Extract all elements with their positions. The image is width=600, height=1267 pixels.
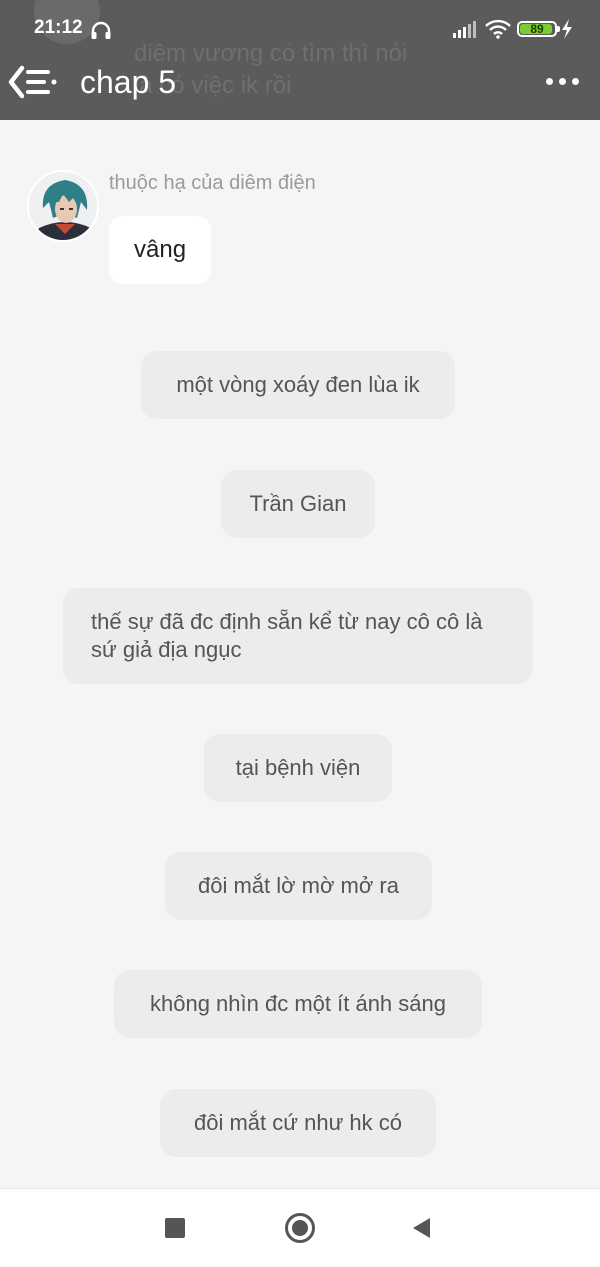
avatar[interactable] (27, 170, 99, 242)
narration-bubble[interactable]: không nhìn đc một ít ánh sáng (114, 970, 482, 1038)
charging-bolt-icon (562, 19, 572, 39)
back-menu-icon (8, 65, 57, 99)
top-header: diêm vương có tìm thì nói là có việc ik … (0, 0, 600, 120)
battery-icon: 89 (517, 21, 560, 37)
narration-bubble[interactable]: đôi mắt cứ như hk có (160, 1089, 436, 1157)
more-dots-icon (545, 77, 553, 85)
wifi-icon (485, 19, 511, 39)
battery-nub (557, 26, 560, 32)
status-time: 21:12 (34, 17, 83, 38)
more-options-button[interactable] (540, 66, 584, 96)
narration-bubble[interactable]: Trần Gian (221, 470, 375, 538)
message-bubble[interactable]: vâng (109, 216, 212, 284)
narration-bubble[interactable]: đôi mắt lờ mờ mở ra (165, 852, 432, 920)
system-nav-bar (0, 1188, 600, 1267)
narration-bubble[interactable]: tại bệnh viện (204, 734, 392, 802)
narration-bubble[interactable]: một vòng xoáy đen lùa ik (141, 351, 455, 419)
battery-level: 89 (530, 22, 544, 36)
chapter-title: chap 5 (80, 64, 177, 100)
more-dots-icon (558, 77, 566, 85)
nav-back-icon[interactable] (410, 1216, 432, 1240)
sender-name: thuộc hạ của diêm điện (109, 172, 316, 194)
narration-bubble[interactable]: thế sự đã đc định sẵn kể từ nay cô cô là… (63, 588, 533, 684)
home-icon[interactable] (285, 1213, 315, 1243)
back-button[interactable] (6, 60, 62, 104)
signal-icon (453, 21, 476, 38)
headphone-icon (91, 21, 111, 39)
recent-apps-icon[interactable] (165, 1218, 185, 1238)
more-dots-icon (571, 77, 579, 85)
character-portrait-icon (29, 172, 97, 240)
